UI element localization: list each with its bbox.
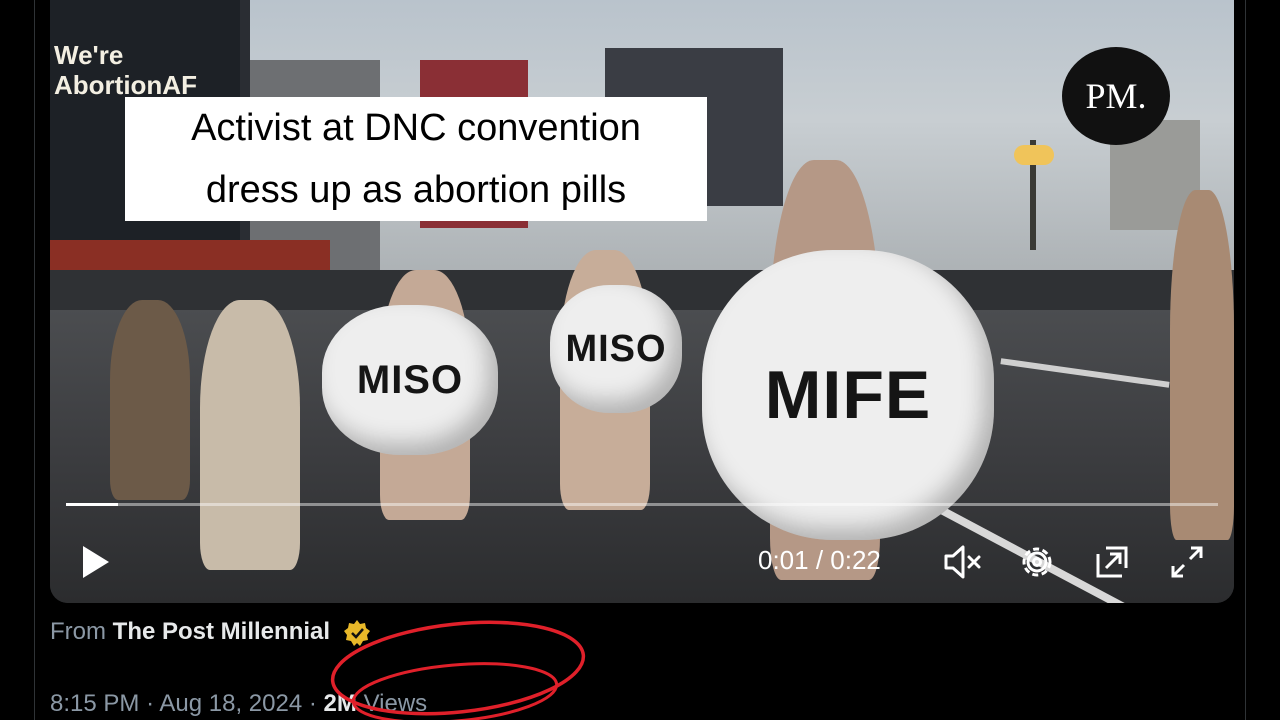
left-border xyxy=(34,0,35,720)
tweet-time[interactable]: 8:15 PM xyxy=(50,690,139,717)
separator: · xyxy=(146,690,155,717)
pill-costume: MIFE xyxy=(702,250,994,540)
play-button[interactable] xyxy=(75,540,115,584)
video-caption: Activist at DNC convention dress up as a… xyxy=(125,97,707,221)
pill-costume: MISO xyxy=(550,285,682,413)
views-label: Views xyxy=(363,690,428,717)
fullscreen-button[interactable] xyxy=(1165,540,1209,584)
tweet-timestamp: 8:15 PM · Aug 18, 2024 · 2M Views xyxy=(50,690,427,718)
settings-icon xyxy=(1022,547,1052,577)
source-attribution: From The Post Millennial xyxy=(50,618,371,647)
right-border xyxy=(1245,0,1246,720)
views-count: 2M xyxy=(323,690,357,717)
time-total: 0:22 xyxy=(830,545,881,575)
pill-costume-label: MIFE xyxy=(764,357,932,433)
protester xyxy=(1170,190,1234,540)
settings-button[interactable] xyxy=(1015,540,1059,584)
pill-costume-label: MISO xyxy=(356,357,464,402)
caption-line: dress up as abortion pills xyxy=(205,169,627,211)
fullscreen-icon xyxy=(1171,546,1203,578)
pill-costume: MISO xyxy=(322,305,498,455)
play-icon xyxy=(83,546,109,578)
video-lamp xyxy=(1014,145,1054,165)
video-progress-bar[interactable] xyxy=(66,503,1218,506)
video-time: 0:01 / 0:22 xyxy=(758,545,881,575)
caption-line: Activist at DNC convention xyxy=(191,107,641,149)
mute-icon xyxy=(944,545,981,579)
mute-button[interactable] xyxy=(940,540,984,584)
time-current: 0:01 xyxy=(758,545,809,575)
pill-costume-label: MISO xyxy=(565,327,667,370)
protester xyxy=(200,300,300,570)
verified-badge-icon xyxy=(343,619,370,646)
protester xyxy=(110,300,190,500)
from-prefix: From xyxy=(50,618,106,645)
separator: · xyxy=(308,690,317,717)
tweet-date[interactable]: Aug 18, 2024 xyxy=(159,690,302,717)
billboard-text: We're AbortionAF xyxy=(54,40,197,100)
video-player[interactable]: We're AbortionAF MISO MISO MIFE Activist… xyxy=(50,0,1234,603)
picture-in-picture-button[interactable] xyxy=(1090,540,1134,584)
channel-logo: PM. xyxy=(1062,47,1170,145)
source-name-link[interactable]: The Post Millennial xyxy=(113,618,330,645)
video-progress-fill xyxy=(66,503,118,506)
picture-in-picture-icon xyxy=(1096,546,1128,578)
